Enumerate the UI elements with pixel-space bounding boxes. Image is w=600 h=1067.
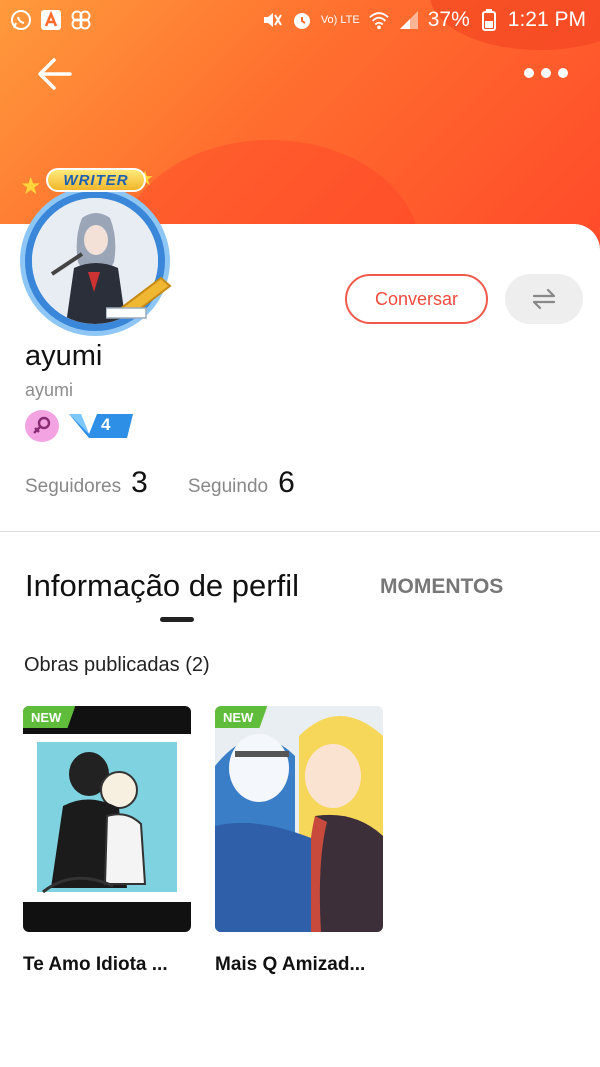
clock: 1:21 PM <box>507 8 586 31</box>
female-gender-icon <box>25 410 59 442</box>
level-badge[interactable]: 4 <box>69 412 133 440</box>
swap-arrows-icon <box>532 288 556 310</box>
battery-percent: 37% <box>427 8 470 31</box>
fountain-pen-icon <box>106 276 172 320</box>
signal-icon <box>398 9 420 31</box>
following-label[interactable]: Seguindo <box>188 476 268 498</box>
alarm-icon <box>291 9 313 31</box>
app-notification-icon <box>40 9 62 31</box>
arrow-left-icon <box>38 58 72 90</box>
work-cover-image: NEW <box>23 706 191 932</box>
profile-stats: Seguidores 3 Seguindo 6 <box>25 466 325 500</box>
whatsapp-icon <box>10 9 32 31</box>
more-options-button[interactable] <box>518 58 574 88</box>
switch-button[interactable] <box>505 274 583 324</box>
back-button[interactable] <box>30 52 80 96</box>
work-card[interactable]: NEW Mais Q Amizad... <box>215 706 385 976</box>
profile-name: ayumi <box>25 340 103 372</box>
top-nav <box>0 48 600 98</box>
more-dot-icon <box>524 68 534 78</box>
volte-indicator: Vo) LTE <box>320 13 360 26</box>
more-dot-icon <box>558 68 568 78</box>
followers-label[interactable]: Seguidores <box>25 476 121 498</box>
chat-button[interactable]: Conversar <box>345 274 488 324</box>
work-cover-image: NEW <box>215 706 383 932</box>
tab-moments[interactable]: MOMENTOS <box>380 575 503 599</box>
level-number: 4 <box>101 415 111 434</box>
published-works-title: Obras publicadas (2) <box>24 654 210 676</box>
followers-count[interactable]: 3 <box>131 466 148 500</box>
mute-icon <box>261 9 283 31</box>
work-title: Te Amo Idiota ... <box>23 954 168 975</box>
avatar[interactable]: ★ ★ WRITER <box>6 168 182 336</box>
new-tag: NEW <box>215 706 268 728</box>
following-count[interactable]: 6 <box>278 466 295 500</box>
pinwheel-icon <box>70 9 92 31</box>
active-tab-indicator <box>160 617 194 622</box>
status-bar: Vo) LTE 37% 1:21 PM <box>0 0 600 40</box>
work-card[interactable]: NEW Te Amo Idiota ... <box>23 706 193 976</box>
profile-handle: ayumi <box>25 380 74 400</box>
work-title: Mais Q Amizad... <box>215 954 366 975</box>
tab-profile-info[interactable]: Informação de perfil <box>25 568 299 604</box>
divider <box>0 531 600 532</box>
more-dot-icon <box>541 68 551 78</box>
writer-badge: WRITER <box>46 168 146 192</box>
new-tag: NEW <box>23 706 76 728</box>
star-icon: ★ <box>20 173 42 200</box>
wifi-icon <box>368 9 390 31</box>
profile-badges: 4 <box>25 410 133 442</box>
battery-icon <box>478 9 500 31</box>
